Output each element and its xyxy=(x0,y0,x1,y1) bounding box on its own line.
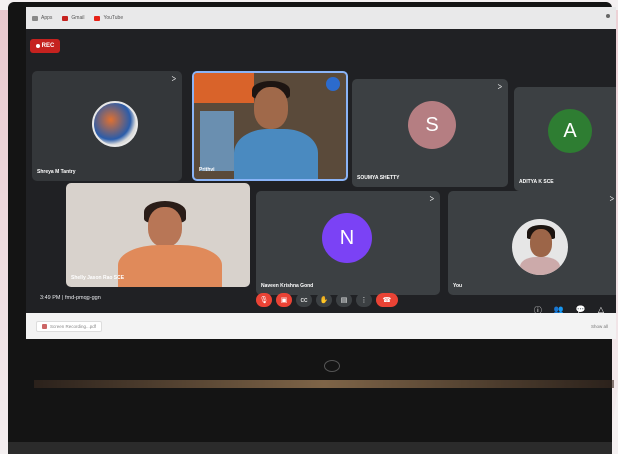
participant-name: Shelly Jason Rao SCE xyxy=(71,275,125,281)
show-all-link[interactable]: Show all xyxy=(591,324,608,329)
apps-icon xyxy=(32,15,38,21)
recording-badge: REC xyxy=(30,39,60,53)
captions-icon[interactable]: cc xyxy=(296,293,312,307)
keyboard xyxy=(8,442,612,454)
shirt xyxy=(234,129,318,179)
hp-logo-icon xyxy=(324,360,340,372)
bookmarks-bar: Apps Gmail YouTube xyxy=(26,7,616,29)
participant-tile-self[interactable]: ᐳ You xyxy=(448,191,616,295)
self-photo xyxy=(512,219,568,275)
raise-hand-icon[interactable]: ✋ xyxy=(316,293,332,307)
laptop: Apps Gmail YouTube REC ᐳ Shreya M Tantry xyxy=(8,2,616,454)
face xyxy=(148,207,182,247)
download-item[interactable]: Screen Recording...pdf xyxy=(36,320,103,332)
mic-muted-icon: ᐳ xyxy=(171,77,176,83)
screen: Apps Gmail YouTube REC ᐳ Shreya M Tantry xyxy=(26,7,616,339)
participant-tile[interactable]: N ᐳ Naveen Krishna Gond xyxy=(256,191,440,295)
participant-tile[interactable]: S ᐳ SOUMYA SHETTY xyxy=(352,79,508,187)
profile-photo xyxy=(92,101,138,147)
download-shelf: Screen Recording...pdf Show all xyxy=(26,313,616,339)
present-icon[interactable]: ▤ xyxy=(336,293,352,307)
face xyxy=(530,229,552,257)
background-screen xyxy=(200,111,234,171)
youtube-icon xyxy=(94,15,101,21)
more-options-icon[interactable]: ⋮ xyxy=(356,293,372,307)
mic-off-icon[interactable]: 🎙 xyxy=(256,293,272,307)
avatar: A xyxy=(548,109,592,153)
participant-tile-active[interactable]: Prithvi xyxy=(192,71,348,181)
clock: 3:49 PM xyxy=(40,295,61,301)
avatar: S xyxy=(408,101,456,149)
participant-tile[interactable]: A ADITYA K SCE xyxy=(514,87,616,191)
clothing xyxy=(520,257,560,275)
face xyxy=(254,87,288,129)
bookmarks-more-icon[interactable] xyxy=(606,14,610,18)
laptop-hinge xyxy=(34,380,614,388)
avatar: N xyxy=(322,213,372,263)
participant-tile[interactable]: ᐳ Shreya M Tantry xyxy=(32,71,182,181)
bookmark-apps[interactable]: Apps xyxy=(32,15,52,21)
mic-muted-icon: ᐳ xyxy=(497,85,502,91)
bookmark-youtube[interactable]: YouTube xyxy=(94,15,123,21)
participant-name: SOUMYA SHETTY xyxy=(357,175,400,181)
meeting-code: fmd-pmqg-ggn xyxy=(64,295,101,301)
participant-tile[interactable]: Shelly Jason Rao SCE xyxy=(66,183,250,287)
gmail-icon xyxy=(62,15,69,21)
file-icon xyxy=(42,323,47,329)
mic-muted-icon: ᐳ xyxy=(429,197,434,203)
background-wall xyxy=(194,73,254,103)
record-dot-icon xyxy=(35,44,40,48)
badge-icon xyxy=(326,77,340,91)
participant-name: ADITYA K SCE xyxy=(519,179,554,185)
camera-off-icon[interactable]: ▣ xyxy=(276,293,292,307)
end-call-icon[interactable]: ☎ xyxy=(376,293,398,307)
meeting-info: 3:49 PM | fmd-pmqg-ggn xyxy=(40,295,101,301)
mic-muted-icon: ᐳ xyxy=(609,197,614,203)
participant-name: Shreya M Tantry xyxy=(37,169,76,175)
bookmark-gmail[interactable]: Gmail xyxy=(62,15,84,21)
clothing xyxy=(118,245,222,287)
call-controls: 🎙 ▣ cc ✋ ▤ ⋮ ☎ xyxy=(256,293,398,307)
participant-name: Prithvi xyxy=(199,167,215,173)
